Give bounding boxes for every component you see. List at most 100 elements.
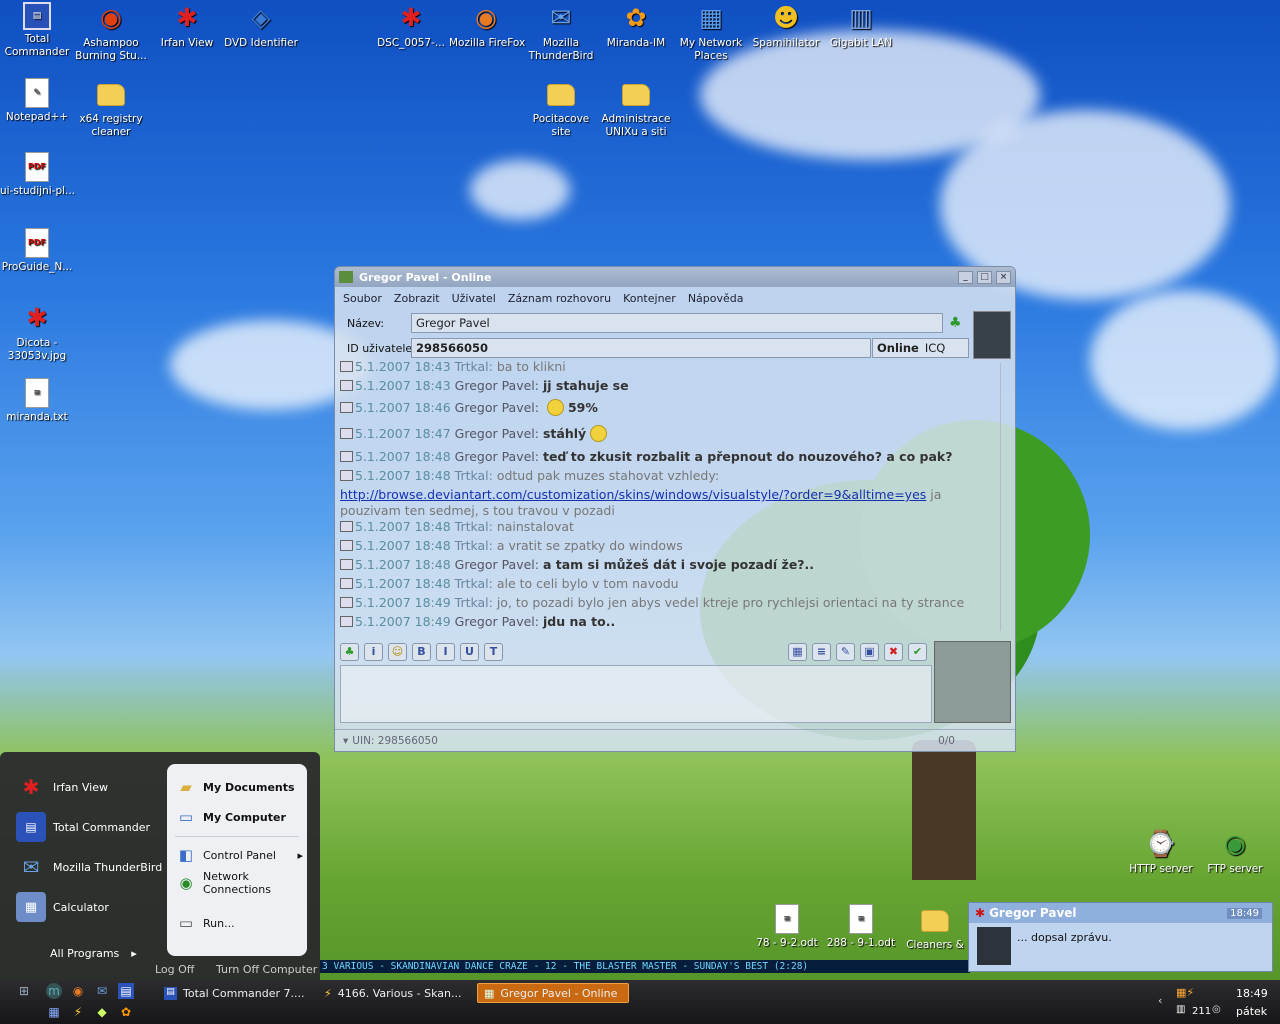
miranda-flower-icon[interactable]: ✿: [118, 1004, 134, 1020]
turn-off-button[interactable]: Turn Off Computer: [216, 963, 317, 976]
send-button[interactable]: ✔: [908, 643, 927, 661]
desktop-icon[interactable]: x64 registry cleaner: [74, 78, 148, 139]
avatar: [973, 311, 1011, 359]
tool-icon[interactable]: ◆: [94, 1004, 110, 1020]
event-icon: [340, 521, 353, 532]
start-item-calculator[interactable]: ▦ Calculator: [16, 890, 166, 924]
start-item-total-commander[interactable]: ▤ Total Commander: [16, 810, 166, 844]
desktop-icon[interactable]: ◉ Ashampoo Burning Stu...: [74, 2, 148, 63]
info-button[interactable]: i: [364, 643, 383, 661]
message-line: 5.1.2007 18:46 Gregor Pavel: 59%: [340, 395, 1000, 421]
desktop-icon[interactable]: ✉ Mozilla ThunderBird: [524, 2, 598, 63]
menu-zobrazit[interactable]: Zobrazit: [394, 292, 440, 305]
name-label: Název:: [347, 317, 385, 330]
menu-uzivatel[interactable]: Uživatel: [452, 292, 496, 305]
start-item-thunderbird[interactable]: ✉ Mozilla ThunderBird: [16, 850, 166, 884]
task-total-commander[interactable]: ▤ Total Commander 7....: [158, 983, 310, 1003]
desktop-icon[interactable]: ▥ Gigabit LAN: [824, 2, 898, 50]
desktop-icon[interactable]: PDF ui-studijni-pl...: [0, 152, 75, 198]
desktop-icon[interactable]: Pocitacove site: [524, 78, 598, 139]
desktop-icon-label: Administrace UNIXu a siti: [601, 113, 671, 138]
desktop-icon[interactable]: ☻ Spamihilator: [749, 2, 823, 50]
options-button[interactable]: ✎: [836, 643, 855, 661]
clover-menu-button[interactable]: ♣: [340, 643, 359, 661]
all-programs-button[interactable]: All Programs ▸: [50, 936, 160, 970]
id-field[interactable]: 298566050: [411, 338, 871, 358]
menu-kontejner[interactable]: Kontejner: [623, 292, 676, 305]
irfanview-icon: ✱: [176, 3, 198, 32]
message-window[interactable]: Gregor Pavel - Online _ □ × Soubor Zobra…: [334, 266, 1016, 752]
desktop-icon[interactable]: ≡ 78 - 9-2.odt: [750, 904, 824, 950]
my-documents-item[interactable]: ▰ My Documents: [175, 776, 294, 798]
run-item[interactable]: ▭ Run...: [175, 912, 235, 934]
details-button[interactable]: ≡: [812, 643, 831, 661]
desktop-icon[interactable]: Administrace UNIXu a siti: [599, 78, 673, 139]
close-button[interactable]: ×: [996, 270, 1011, 284]
volume-icon[interactable]: ◎: [1212, 1004, 1221, 1015]
task-label: 4166. Various - Skan...: [337, 986, 462, 1000]
desktop-icon-label: x64 registry cleaner: [79, 113, 143, 138]
task-gregor-pavel[interactable]: ▦ Gregor Pavel - Online: [477, 983, 629, 1003]
name-field[interactable]: Gregor Pavel: [411, 313, 943, 333]
desktop-icon[interactable]: Cleaners &: [898, 904, 972, 952]
log-off-button[interactable]: Log Off: [155, 963, 194, 976]
font-color-button[interactable]: T: [484, 643, 503, 661]
message-input[interactable]: [340, 665, 932, 723]
italic-button[interactable]: I: [436, 643, 455, 661]
clock-time[interactable]: 18:49: [1236, 987, 1268, 1000]
thunderbird-icon[interactable]: ✉: [94, 983, 110, 999]
my-computer-item[interactable]: ▭ My Computer: [175, 806, 286, 828]
task-winamp[interactable]: ⚡ 4166. Various - Skan...: [318, 983, 470, 1003]
desktop-icon[interactable]: ▤ Total Commander: [0, 2, 74, 59]
smiley-button[interactable]: ☺: [388, 643, 407, 661]
minimize-button[interactable]: _: [958, 270, 973, 284]
desktop-icon[interactable]: PDF ProGuide_N...: [0, 228, 74, 274]
tray-icon[interactable]: ▥: [1176, 1004, 1185, 1015]
notepad-icon: ✎: [25, 78, 49, 108]
start-item-irfan-view[interactable]: ✱ Irfan View: [16, 770, 166, 804]
tray-number: 211: [1192, 1006, 1212, 1017]
link[interactable]: http://browse.deviantart.com/customizati…: [340, 487, 926, 502]
network-connections-item[interactable]: ◉ Network Connections: [175, 870, 271, 896]
desktop-icon[interactable]: ✿ Miranda-IM: [599, 2, 673, 50]
tray-icon[interactable]: ▦⚡: [1176, 986, 1194, 999]
irfanview-icon: ✱: [26, 303, 48, 332]
lan-icon: ▥: [849, 3, 873, 32]
desktop-icon[interactable]: ⌚ HTTP server: [1124, 828, 1198, 876]
desktop-icon[interactable]: ◈ DVD Identifier: [224, 2, 298, 50]
message-log[interactable]: 5.1.2007 18:43 Trtkal: ba to klikni 5.1.2…: [340, 357, 1000, 635]
menu-napoveda[interactable]: Nápověda: [688, 292, 744, 305]
menu-zaznam[interactable]: Záznam rozhovoru: [508, 292, 611, 305]
floppy-icon: ▤: [16, 812, 46, 842]
start-button[interactable]: ⊞: [16, 983, 32, 999]
tray-expand-icon[interactable]: ‹: [1158, 994, 1162, 1007]
history-button[interactable]: ▦: [788, 643, 807, 661]
desktop-icon[interactable]: ✎ Notepad++: [0, 78, 74, 124]
network-icon[interactable]: ▦: [46, 1004, 62, 1020]
desktop-icon[interactable]: ≡ 288 - 9-1.odt: [824, 904, 898, 950]
miranda-icon[interactable]: m: [46, 983, 62, 999]
desktop-icon[interactable]: ◉ FTP server: [1198, 828, 1272, 876]
maximize-button[interactable]: □: [977, 270, 992, 284]
control-panel-item[interactable]: ◧ Control Panel ▸: [175, 844, 303, 866]
add-contact-button[interactable]: ▣: [860, 643, 879, 661]
desktop-icon[interactable]: ✱ Dicota - 33053v.jpg: [0, 302, 74, 363]
firefox-icon[interactable]: ◉: [70, 983, 86, 999]
cancel-button[interactable]: ✖: [884, 643, 903, 661]
underline-button[interactable]: U: [460, 643, 479, 661]
contact-picture: [934, 641, 1011, 723]
desktop-icon[interactable]: ◉ Mozilla FireFox: [449, 2, 525, 50]
menu-soubor[interactable]: Soubor: [343, 292, 382, 305]
globe-icon: ◉: [179, 873, 193, 892]
desktop-icon[interactable]: ✱ Irfan View: [150, 2, 224, 50]
winamp-icon[interactable]: ⚡: [70, 1004, 86, 1020]
desktop-icon[interactable]: ✱ DSC_0057-...: [374, 2, 448, 50]
bold-button[interactable]: B: [412, 643, 431, 661]
desktop-icon[interactable]: ▦ My Network Places: [674, 2, 748, 63]
desktop-icon[interactable]: ≡ miranda.txt: [0, 378, 74, 424]
notification-popup[interactable]: ✱ Gregor Pavel 18:49 ... dopsal zprávu.: [968, 902, 1273, 972]
folder-icon: [622, 84, 650, 106]
floppy-icon[interactable]: ▤: [118, 983, 134, 999]
scrollbar[interactable]: [1000, 363, 1010, 631]
title-bar[interactable]: Gregor Pavel - Online _ □ ×: [335, 267, 1015, 287]
